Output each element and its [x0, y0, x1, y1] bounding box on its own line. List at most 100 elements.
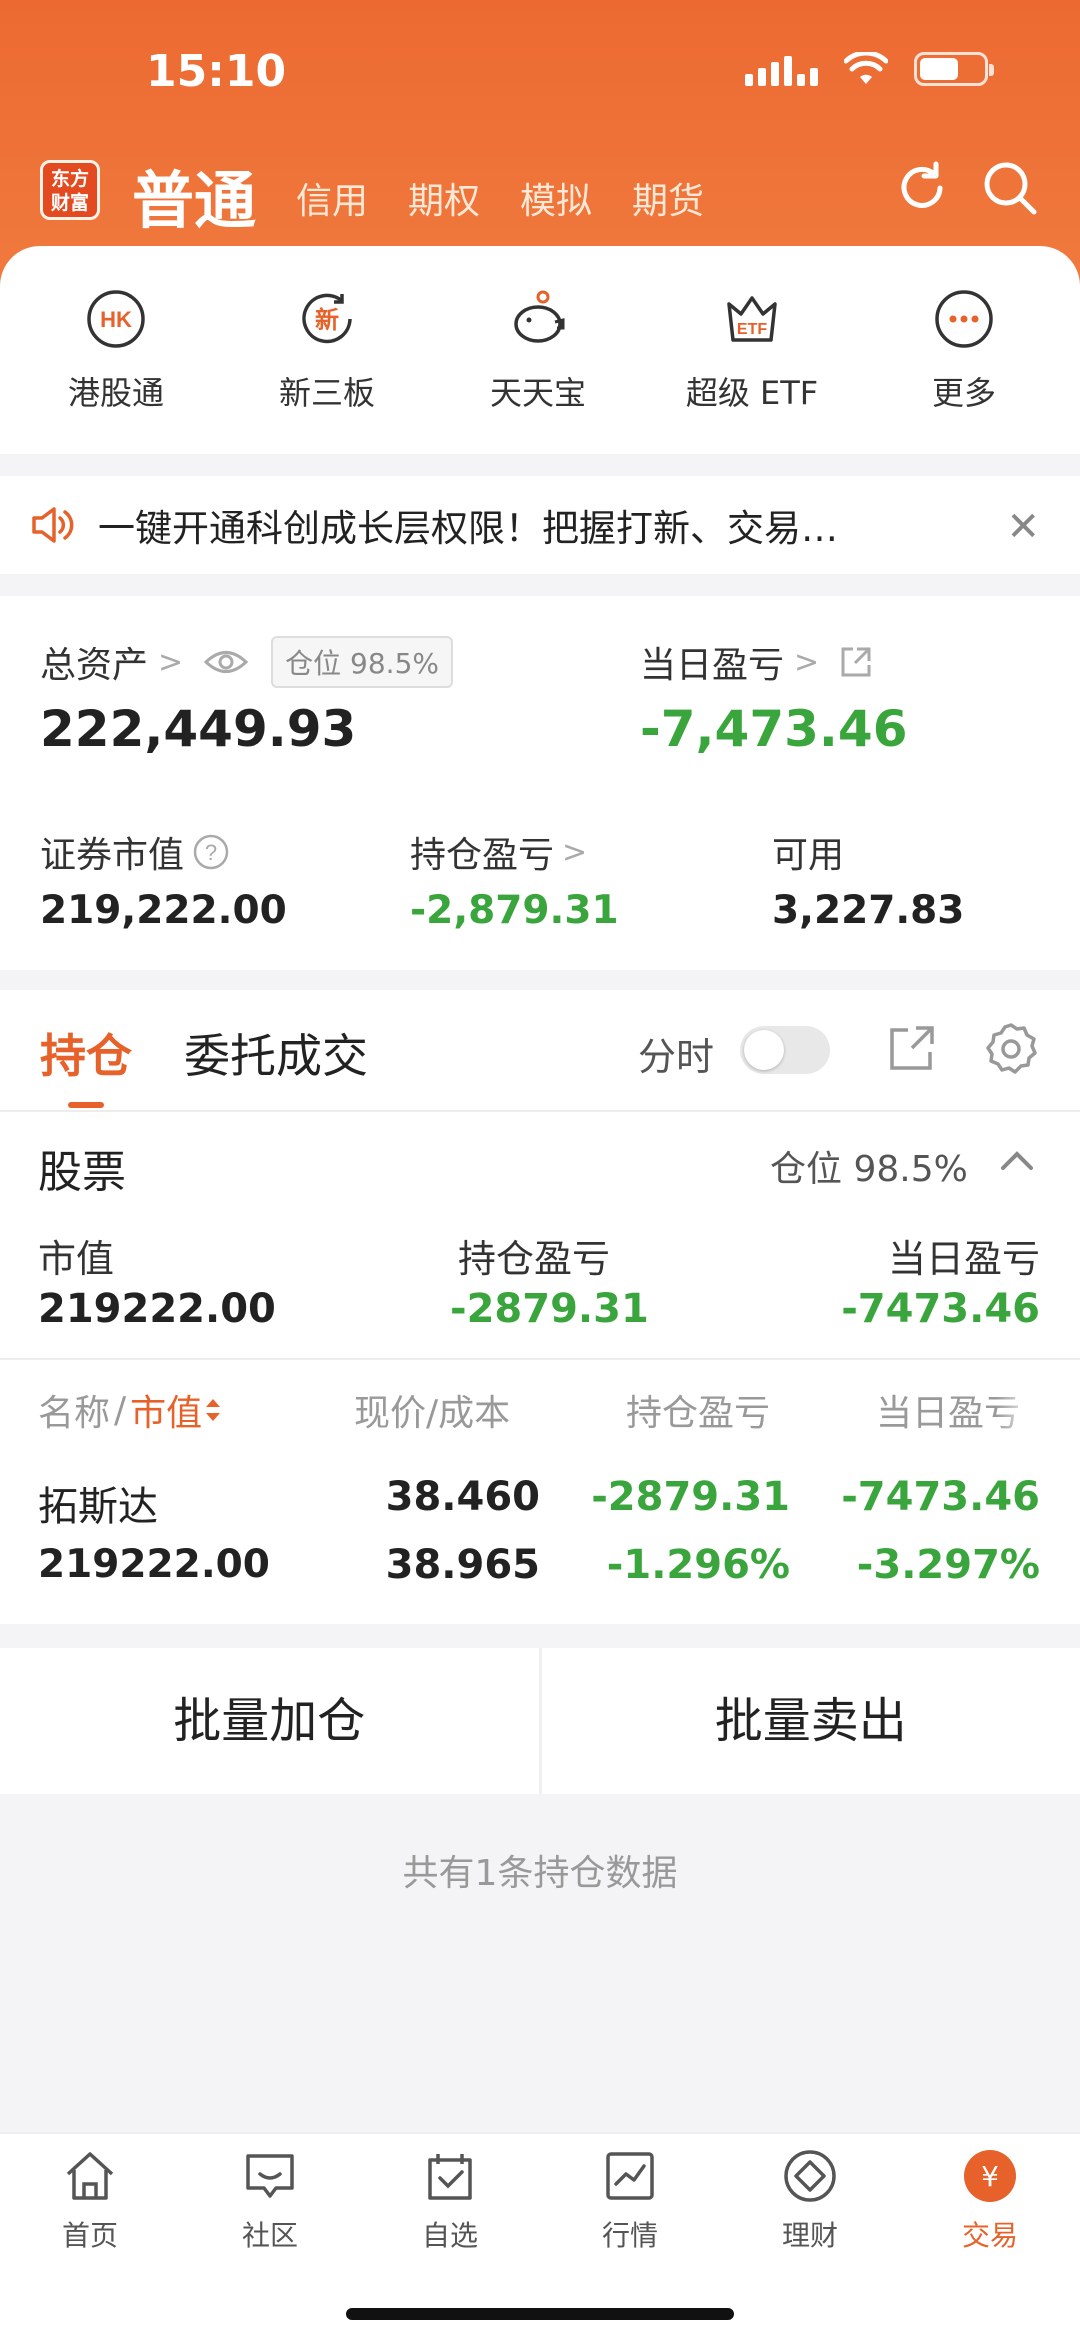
available-value: 3,227.83: [772, 888, 965, 933]
battery-icon: [914, 52, 994, 86]
holdings-count-text: 共有1条持仓数据: [402, 1853, 678, 1894]
promo-banner[interactable]: 一键开通科创成长层权限！把握打新、交易… ✕: [0, 476, 1080, 574]
quick-label: 超级 ETF: [685, 374, 819, 412]
tab-options[interactable]: 期权: [408, 172, 480, 224]
stock-daily-pnl: -7473.46: [841, 1474, 1040, 1520]
holding-pnl-header[interactable]: 持仓盈亏 >: [410, 826, 587, 878]
stock-hold-pnl: -2879.31: [591, 1474, 790, 1520]
active-tab-indicator: [68, 1102, 104, 1108]
total-assets-value: 222,449.93: [40, 700, 357, 758]
quick-item-hk-connect[interactable]: HK 港股通: [16, 288, 216, 414]
market-icon: [606, 2152, 654, 2200]
quick-label: 港股通: [67, 374, 164, 412]
holdings-panel: 持仓 委托成交 分时 股票 仓位 98.5% 市值 219222.00 持仓盈亏…: [0, 990, 1080, 1624]
stock-daily-pct: -3.297%: [856, 1542, 1040, 1588]
account-type-tabs: 信用 期权 模拟 期货: [296, 172, 704, 224]
cellular-signal-icon: [745, 52, 818, 86]
tabbar-item-wealth[interactable]: 理财: [720, 2148, 900, 2254]
tabbar-item-trade[interactable]: ¥ 交易: [900, 2148, 1080, 2254]
share-out-icon[interactable]: [886, 1022, 938, 1074]
tabbar-item-community[interactable]: 社区: [180, 2148, 360, 2254]
col-mv: 市值: [130, 1393, 203, 1434]
home-icon: [66, 2152, 114, 2200]
market-value: 219,222.00: [40, 888, 287, 933]
column-daily-pnl: 当日盈亏: [876, 1393, 1021, 1434]
col-name: 名称: [38, 1393, 111, 1434]
position-ratio-badge: 仓位 98.5%: [271, 636, 454, 688]
section-position-ratio: 仓位 98.5%: [770, 1149, 968, 1190]
total-assets-header[interactable]: 总资产 > 仓位 98.5%: [40, 636, 454, 688]
summary-daily-label: 当日盈亏: [887, 1237, 1040, 1281]
holding-pnl-label: 持仓盈亏: [410, 835, 555, 876]
quick-label: 新三板: [278, 374, 375, 412]
batch-add-button[interactable]: 批量加仓: [0, 1648, 539, 1794]
tab-orders[interactable]: 委托成交: [184, 1020, 368, 1086]
tab-simulated[interactable]: 模拟: [520, 172, 592, 224]
quick-item-super-etf[interactable]: ETF 超级 ETF: [652, 288, 852, 414]
stock-price: 38.460: [385, 1474, 540, 1520]
eye-icon[interactable]: [203, 647, 249, 677]
tabbar-label: 行情: [601, 2219, 658, 2252]
svg-text:HK: HK: [100, 307, 132, 332]
logo-line-2: 财富: [50, 192, 89, 214]
banner-text: 一键开通科创成长层权限！把握打新、交易…: [98, 507, 838, 550]
quick-item-new-three-board[interactable]: 新 新三板: [227, 288, 427, 414]
tabbar-item-watchlist[interactable]: 自选: [360, 2148, 540, 2254]
chevron-up-icon[interactable]: [998, 1144, 1036, 1174]
tab-normal[interactable]: 普通: [132, 150, 256, 240]
home-indicator[interactable]: [346, 2308, 734, 2320]
sort-icon: [206, 1399, 221, 1421]
chevron-right-icon: >: [794, 644, 820, 680]
refresh-icon[interactable]: [892, 158, 952, 218]
batch-sell-button[interactable]: 批量卖出: [542, 1648, 1080, 1794]
quick-entry-bar: HK 港股通 新 新三板 天天宝 ETF 超级 ETF 更多: [0, 246, 1080, 454]
eastmoney-logo: 东方 财富: [40, 160, 100, 220]
more-icon: [935, 290, 993, 348]
quick-label: 更多: [931, 374, 996, 412]
etf-crown-icon: ETF: [727, 296, 777, 342]
column-name-mv[interactable]: 名称 / 市值: [38, 1384, 224, 1436]
logo-line-1: 东方: [50, 168, 89, 190]
tabbar-item-market[interactable]: 行情: [540, 2148, 720, 2254]
search-icon[interactable]: [980, 158, 1040, 218]
daily-pnl-header[interactable]: 当日盈亏 >: [640, 636, 875, 688]
total-assets-label: 总资产: [40, 645, 149, 686]
tab-positions[interactable]: 持仓: [40, 1020, 132, 1086]
summary-hold: -2879.31: [450, 1286, 649, 1332]
daily-pnl-label: 当日盈亏: [640, 645, 785, 686]
quick-item-more[interactable]: 更多: [864, 288, 1064, 414]
market-value-header: 证券市值 ?: [40, 826, 230, 878]
timeshare-label: 分时: [638, 1035, 715, 1079]
table-row[interactable]: 拓斯达 219222.00 38.460 38.965 -2879.31 -1.…: [0, 1464, 1080, 1604]
divider: [0, 1358, 1080, 1360]
tabbar-item-home[interactable]: 首页: [0, 2148, 180, 2254]
tab-credit[interactable]: 信用: [296, 172, 368, 224]
section-title-stocks: 股票: [38, 1147, 126, 1198]
quick-item-tiantianbao[interactable]: 天天宝: [438, 288, 638, 414]
divider: [0, 1110, 1080, 1112]
summary-daily: -7473.46: [841, 1286, 1040, 1332]
stock-name: 拓斯达: [38, 1484, 158, 1530]
watchlist-icon: [428, 2154, 472, 2200]
stock-hold-pct: -1.296%: [606, 1542, 790, 1588]
close-icon[interactable]: ✕: [1006, 504, 1040, 550]
wifi-icon: [844, 52, 888, 84]
tab-futures[interactable]: 期货: [632, 172, 704, 224]
summary-hold-label: 持仓盈亏: [458, 1237, 611, 1281]
chevron-right-icon: >: [158, 644, 184, 680]
stock-cost: 38.965: [385, 1542, 540, 1588]
quick-label: 天天宝: [489, 374, 586, 412]
new-three-board-icon: 新: [302, 293, 352, 344]
status-time: 15:10: [146, 46, 287, 97]
available-label: 可用: [772, 835, 845, 876]
svg-text:¥: ¥: [981, 2160, 999, 2193]
share-icon[interactable]: [837, 643, 875, 681]
help-icon[interactable]: ?: [192, 833, 230, 871]
daily-pnl-value: -7,473.46: [640, 700, 908, 758]
settings-gear-icon[interactable]: [982, 1020, 1040, 1078]
tabbar-label: 理财: [781, 2219, 838, 2252]
batch-actions: 批量加仓 批量卖出: [0, 1648, 1080, 1794]
chevron-right-icon: >: [562, 834, 588, 870]
timeshare-toggle[interactable]: [740, 1026, 830, 1074]
summary-mv: 219222.00: [38, 1286, 276, 1332]
